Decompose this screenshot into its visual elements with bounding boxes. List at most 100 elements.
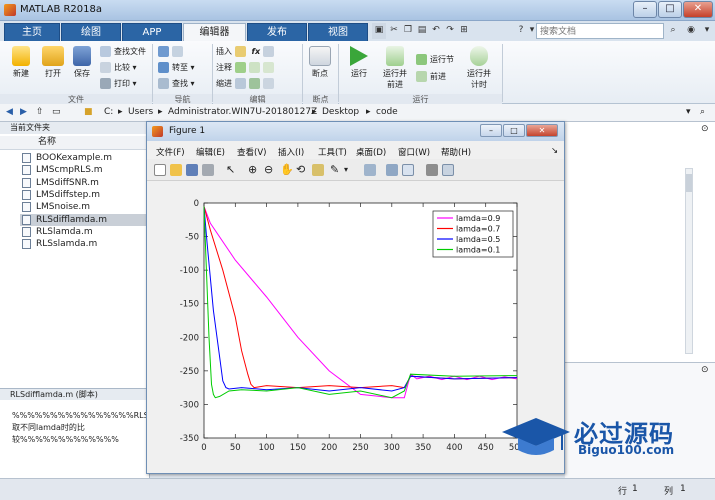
figure-minimize-button[interactable]: – bbox=[480, 124, 502, 137]
path-segment-admin[interactable]: Administrator.WIN7U-20180127Z bbox=[168, 107, 317, 117]
quick-copy-icon[interactable]: ❐ bbox=[401, 23, 415, 39]
maximize-button[interactable]: □ bbox=[658, 1, 682, 18]
panel-options-icon[interactable]: ⊙ bbox=[701, 365, 709, 375]
figure-menu-file[interactable]: 文件(F) bbox=[156, 146, 185, 158]
x-tick-label: 0 bbox=[201, 443, 206, 453]
run-play-icon bbox=[350, 46, 368, 66]
brush-dropdown-icon[interactable]: ▾ bbox=[344, 164, 356, 176]
community-icon[interactable]: ◉ bbox=[684, 23, 698, 39]
open-file-icon[interactable] bbox=[170, 164, 182, 176]
comment-button[interactable]: 注释 bbox=[216, 61, 277, 74]
tab-publish[interactable]: 发布 bbox=[247, 23, 307, 41]
figure-menu-insert[interactable]: 插入(I) bbox=[278, 146, 304, 158]
find-files-button[interactable]: 查找文件 bbox=[100, 45, 146, 58]
status-bar: 行 1 列 1 bbox=[0, 478, 715, 500]
data-cursor-icon[interactable] bbox=[312, 164, 324, 176]
pan-hand-icon[interactable]: ✋ bbox=[280, 164, 294, 176]
quick-paste-icon[interactable]: ▤ bbox=[415, 23, 429, 39]
save-label: 保存 bbox=[74, 69, 90, 78]
find-button[interactable]: 查找 ▾ bbox=[158, 77, 195, 90]
m-file-icon bbox=[22, 153, 31, 163]
compare-button[interactable]: 比较 ▾ bbox=[100, 61, 137, 74]
current-folder-title: 当前文件夹 bbox=[0, 122, 150, 134]
link-plot-icon[interactable] bbox=[364, 164, 376, 176]
close-button[interactable]: ✕ bbox=[683, 1, 713, 18]
m-file-icon bbox=[22, 189, 31, 200]
file-list-header-name[interactable]: 名称 bbox=[0, 136, 150, 150]
tab-apps[interactable]: APP bbox=[122, 23, 182, 41]
file-list-item[interactable]: BOOKexample.m bbox=[20, 152, 148, 164]
path-segment-drive[interactable]: C: bbox=[104, 107, 113, 117]
file-list-item[interactable]: RLSlamda.m bbox=[20, 226, 148, 238]
new-figure-icon[interactable] bbox=[154, 164, 166, 176]
run-section-button[interactable]: 运行节 bbox=[416, 53, 454, 66]
figure-close-button[interactable]: ✕ bbox=[526, 124, 558, 137]
figure-maximize-button[interactable]: □ bbox=[503, 124, 525, 137]
breakpoints-button[interactable]: 断点 bbox=[306, 46, 334, 79]
back-icon[interactable]: ◀ bbox=[6, 107, 13, 117]
search-icon[interactable]: ⌕ bbox=[666, 23, 680, 39]
save-button[interactable]: 保存 bbox=[68, 46, 96, 79]
up-folder-icon[interactable]: ⇧ bbox=[36, 107, 44, 117]
run-and-time-button[interactable]: 运行并 计时 bbox=[462, 46, 496, 90]
path-folder-icon: ■ bbox=[84, 107, 93, 117]
open-button[interactable]: 打开 bbox=[38, 46, 68, 79]
file-list-item[interactable]: LMScmpRLS.m bbox=[20, 164, 148, 176]
indent-button[interactable]: 缩进 bbox=[216, 77, 277, 90]
rotate-3d-icon[interactable]: ⟲ bbox=[296, 164, 308, 176]
new-button[interactable]: 新建 bbox=[6, 46, 36, 79]
brush-icon[interactable]: ✎ bbox=[330, 164, 342, 176]
run-and-advance-button[interactable]: 运行并 前进 bbox=[378, 46, 412, 90]
back-forward-buttons[interactable] bbox=[158, 45, 186, 58]
save-figure-icon[interactable] bbox=[186, 164, 198, 176]
tab-view[interactable]: 视图 bbox=[308, 23, 368, 41]
show-plot-tools-icon[interactable] bbox=[442, 164, 454, 176]
figure-menu-edit[interactable]: 编辑(E) bbox=[196, 146, 225, 158]
redo-icon[interactable]: ↷ bbox=[443, 23, 457, 39]
browse-folder-icon[interactable]: ▭ bbox=[52, 107, 61, 117]
figure-menu-dock-icon[interactable]: ↘ bbox=[551, 146, 558, 156]
print-button[interactable]: 打印 ▾ bbox=[100, 77, 137, 90]
advance-button[interactable]: 前进 bbox=[416, 70, 446, 83]
figure-menu-help[interactable]: 帮助(H) bbox=[441, 146, 471, 158]
collapse-ribbon-icon[interactable]: ▾ bbox=[700, 23, 714, 39]
path-segment-users[interactable]: Users bbox=[128, 107, 153, 117]
path-dropdown-icon[interactable]: ▾ bbox=[686, 107, 691, 117]
scroll-thumb[interactable] bbox=[686, 174, 692, 192]
panel-options-icon[interactable]: ⊙ bbox=[701, 124, 709, 134]
file-list-item[interactable]: LMSdiffSNR.m bbox=[20, 177, 148, 189]
path-search-icon[interactable]: ⌕ bbox=[700, 107, 705, 117]
figure-menu-tools[interactable]: 工具(T) bbox=[318, 146, 347, 158]
zoom-in-icon[interactable]: ⊕ bbox=[248, 164, 260, 176]
vertical-scrollbar[interactable] bbox=[685, 168, 693, 354]
minimize-button[interactable]: – bbox=[633, 1, 657, 18]
search-documentation-input[interactable] bbox=[536, 23, 664, 39]
goto-label: 转至 bbox=[172, 63, 188, 72]
file-list-item[interactable]: RLSslamda.m bbox=[20, 238, 148, 250]
tab-editor[interactable]: 编辑器 bbox=[183, 23, 246, 41]
hide-plot-tools-icon[interactable] bbox=[426, 164, 438, 176]
insert-colorbar-icon[interactable] bbox=[386, 164, 398, 176]
quick-cut-icon[interactable]: ✂ bbox=[387, 23, 401, 39]
forward-icon[interactable]: ▶ bbox=[20, 107, 27, 117]
insert-legend-icon[interactable] bbox=[402, 164, 414, 176]
path-segment-code[interactable]: code bbox=[376, 107, 398, 117]
figure-menu-window[interactable]: 窗口(W) bbox=[398, 146, 430, 158]
file-list-item[interactable]: LMSnoise.m bbox=[20, 201, 148, 213]
figure-menu-view[interactable]: 查看(V) bbox=[237, 146, 266, 158]
undo-icon[interactable]: ↶ bbox=[429, 23, 443, 39]
path-segment-desktop[interactable]: Desktop bbox=[322, 107, 359, 117]
run-button[interactable]: 运行 bbox=[344, 46, 374, 79]
goto-button[interactable]: 转至 ▾ bbox=[158, 61, 195, 74]
file-list-item[interactable]: LMSdiffstep.m bbox=[20, 189, 148, 201]
switch-windows-icon[interactable]: ⊞ bbox=[457, 23, 471, 39]
figure-menu-desktop[interactable]: 桌面(D) bbox=[356, 146, 386, 158]
file-list-item[interactable]: RLSdifflamda.m bbox=[20, 213, 148, 226]
zoom-out-icon[interactable]: ⊖ bbox=[264, 164, 276, 176]
quick-save-icon[interactable]: ▣ bbox=[372, 23, 386, 39]
tab-plots[interactable]: 绘图 bbox=[61, 23, 121, 41]
print-figure-icon[interactable] bbox=[202, 164, 214, 176]
tab-home[interactable]: 主页 bbox=[4, 23, 60, 41]
insert-button[interactable]: 插入 fx bbox=[216, 45, 277, 58]
edit-plot-icon[interactable]: ↖ bbox=[226, 164, 238, 176]
